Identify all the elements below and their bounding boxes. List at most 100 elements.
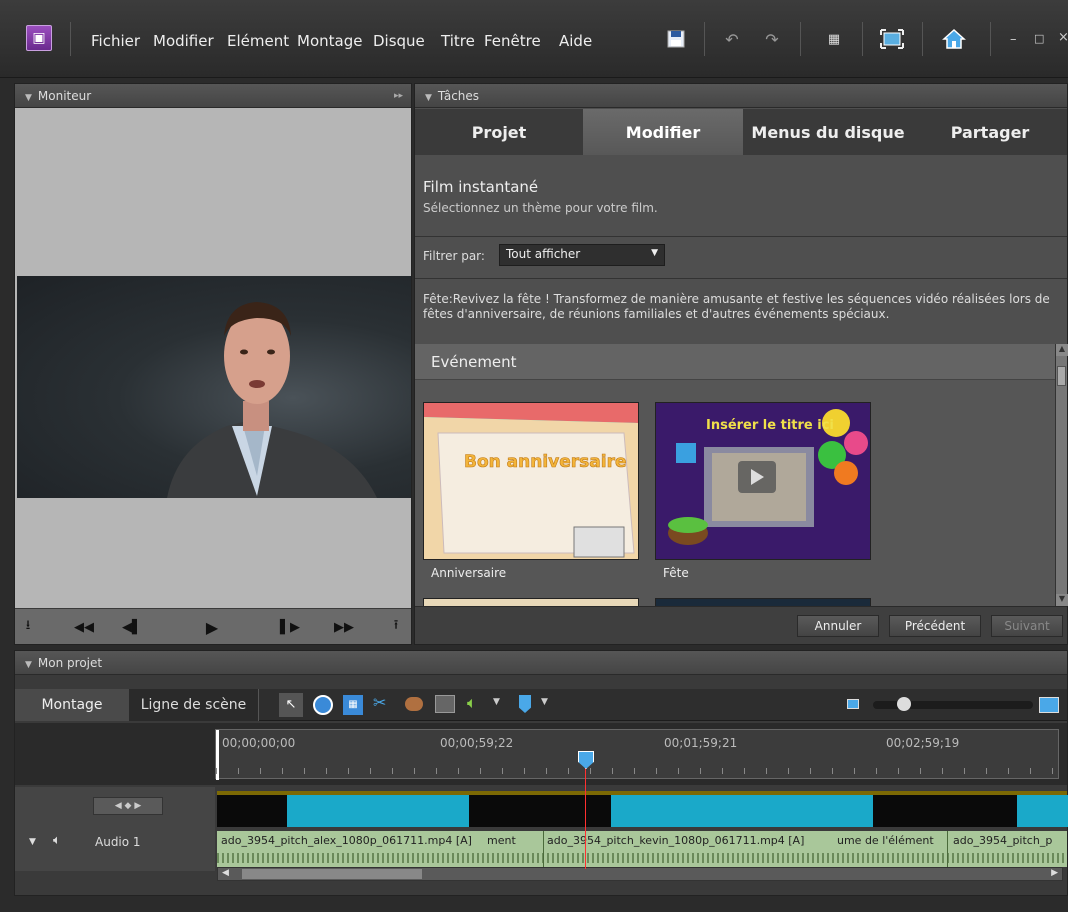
clip-menu-label[interactable]: ment (487, 834, 516, 847)
timecode: 00;01;59;21 (664, 736, 738, 750)
select-tool-icon[interactable]: ↖ (279, 693, 303, 717)
maximize-button[interactable]: □ (1034, 32, 1044, 45)
tasks-tabs: Projet Modifier Menus du disque Partager (415, 109, 1067, 155)
tab-modifier[interactable]: Modifier (583, 109, 743, 155)
tab-projet[interactable]: Projet (415, 109, 583, 155)
video-keyframe-line (217, 791, 1067, 795)
markers-list-icon[interactable] (435, 695, 455, 713)
clip-boundary (947, 831, 948, 867)
filter-label: Filtrer par: (423, 249, 485, 263)
grid-icon[interactable]: ▦ (822, 28, 846, 50)
action-bar: Annuler Précédent Suivant (415, 606, 1067, 644)
zoom-out-icon[interactable] (847, 699, 859, 709)
project-header[interactable]: ▼ Mon projet (15, 651, 1067, 675)
timeline-ruler-area: 00;00;00;00 00;00;59;22 00;01;59;21 00;0… (15, 723, 1067, 785)
time-ruler[interactable]: 00;00;00;00 00;00;59;22 00;01;59;21 00;0… (215, 729, 1060, 780)
cancel-button[interactable]: Annuler (797, 615, 879, 637)
previous-button[interactable]: Précédent (889, 615, 981, 637)
scroll-thumb[interactable] (1057, 366, 1066, 386)
category-header: Evénement (415, 344, 1055, 380)
menu-element[interactable]: Elément (227, 32, 289, 50)
divider (990, 22, 991, 56)
theme-thumb-anniversaire[interactable]: Bon anniversaire (423, 402, 639, 560)
section-subtitle: Sélectionnez un thème pour votre film. (423, 201, 658, 215)
mark-out-icon[interactable]: ⭱ (385, 617, 407, 637)
chevron-down-icon: ▼ (651, 248, 658, 258)
rewind-icon[interactable]: ◀◀ (73, 617, 95, 637)
tab-partager[interactable]: Partager (913, 109, 1067, 155)
theme-thumb-fete[interactable]: Insérer le titre ici (655, 402, 871, 560)
panel-menu-icon[interactable]: ▸▸ (394, 84, 403, 108)
marker-icon[interactable] (519, 695, 531, 713)
chevron-down-icon[interactable]: ▼ (493, 697, 500, 707)
speaker-icon[interactable]: 🔈︎ (53, 833, 61, 848)
video-frame[interactable] (17, 276, 411, 498)
menu-aide[interactable]: Aide (559, 32, 592, 50)
minimize-button[interactable]: – (1010, 32, 1017, 47)
clip-boundary (543, 831, 544, 867)
menu-fenetre[interactable]: Fenêtre (484, 32, 541, 50)
collapse-icon[interactable]: ▼ (29, 837, 36, 847)
save-icon[interactable] (664, 28, 688, 50)
scroll-down-icon[interactable]: ▼ (1056, 594, 1068, 606)
fast-forward-icon[interactable]: ▶▶ (333, 617, 355, 637)
video-clip[interactable] (611, 795, 873, 827)
scroll-thumb[interactable] (242, 869, 422, 879)
collapse-icon[interactable]: ▼ (425, 86, 432, 110)
audio-clip-label[interactable]: ado_3954_pitch_p (953, 834, 1052, 847)
chevron-down-icon[interactable]: ▼ (541, 697, 548, 707)
step-back-icon[interactable]: ◀▌ (121, 617, 143, 637)
monitor-header[interactable]: ▼ Moniteur ▸▸ (15, 84, 411, 108)
collapse-icon[interactable]: ▼ (25, 86, 32, 110)
fullscreen-icon[interactable] (880, 28, 904, 50)
tab-menus-du-disque[interactable]: Menus du disque (743, 109, 913, 155)
redo-icon[interactable]: ↷ (760, 28, 784, 50)
scroll-up-icon[interactable]: ▲ (1056, 344, 1068, 356)
zoom-slider-handle[interactable] (897, 697, 911, 711)
mark-in-icon[interactable]: ⭳ (17, 617, 39, 637)
theme-label-anniversaire: Anniversaire (431, 566, 507, 580)
project-panel: ▼ Mon projet Montage Ligne de scène ↖ ▦ ✂… (14, 650, 1068, 896)
horizontal-scrollbar[interactable]: ◀ ▶ (217, 867, 1063, 881)
next-button[interactable]: Suivant (991, 615, 1063, 637)
thumb-title-text: Bon anniversaire (464, 452, 627, 472)
audio-track-label: Audio 1 (95, 835, 141, 849)
menu-modifier[interactable]: Modifier (153, 32, 214, 50)
scroll-right-icon[interactable]: ▶ (1051, 868, 1058, 878)
volume-icon[interactable]: 🔈︎ (467, 693, 477, 713)
smart-fix-icon[interactable]: ▦ (343, 695, 363, 715)
video-track[interactable] (217, 791, 1068, 827)
menu-titre[interactable]: Titre (441, 32, 475, 50)
divider (862, 22, 863, 56)
menu-fichier[interactable]: Fichier (91, 32, 140, 50)
tab-ligne-de-scene[interactable]: Ligne de scène (129, 689, 259, 721)
close-button[interactable]: × (1058, 30, 1068, 45)
clip-menu-label[interactable]: ume de l'élément (837, 834, 934, 847)
menu-montage[interactable]: Montage (297, 32, 362, 50)
play-icon[interactable]: ▶ (201, 617, 223, 637)
split-icon[interactable]: ✂ (373, 693, 386, 712)
audio-clip-label[interactable]: ado_3954_pitch_alex_1080p_061711.mp4 [A] (221, 834, 472, 847)
thumb-title-text: Insérer le titre ici (706, 418, 834, 433)
audio-track[interactable]: ado_3954_pitch_alex_1080p_061711.mp4 [A]… (217, 831, 1067, 867)
menu-disque[interactable]: Disque (373, 32, 425, 50)
filter-dropdown[interactable]: Tout afficher ▼ (499, 244, 665, 266)
film-logo-icon[interactable]: ▣ (26, 25, 52, 51)
video-clip[interactable] (1017, 795, 1068, 827)
keyframe-nav[interactable]: ◀ ◆ ▶ (93, 797, 163, 815)
timecode: 00;00;59;22 (440, 736, 514, 750)
divider (922, 22, 923, 56)
zoom-in-icon[interactable] (1039, 697, 1059, 713)
audio-mixer-icon[interactable] (405, 697, 423, 711)
vertical-scrollbar[interactable]: ▲ ▼ (1055, 344, 1068, 606)
step-forward-icon[interactable]: ▌▶ (279, 617, 301, 637)
scroll-left-icon[interactable]: ◀ (222, 868, 229, 878)
undo-icon[interactable]: ↶ (720, 28, 744, 50)
monitor-title: Moniteur (37, 89, 92, 103)
tasks-header[interactable]: ▼ Tâches (415, 84, 1067, 108)
collapse-icon[interactable]: ▼ (25, 653, 32, 677)
video-clip[interactable] (287, 795, 469, 827)
time-stretch-icon[interactable] (313, 695, 333, 715)
home-icon[interactable] (942, 28, 966, 50)
tab-montage[interactable]: Montage (15, 689, 129, 721)
